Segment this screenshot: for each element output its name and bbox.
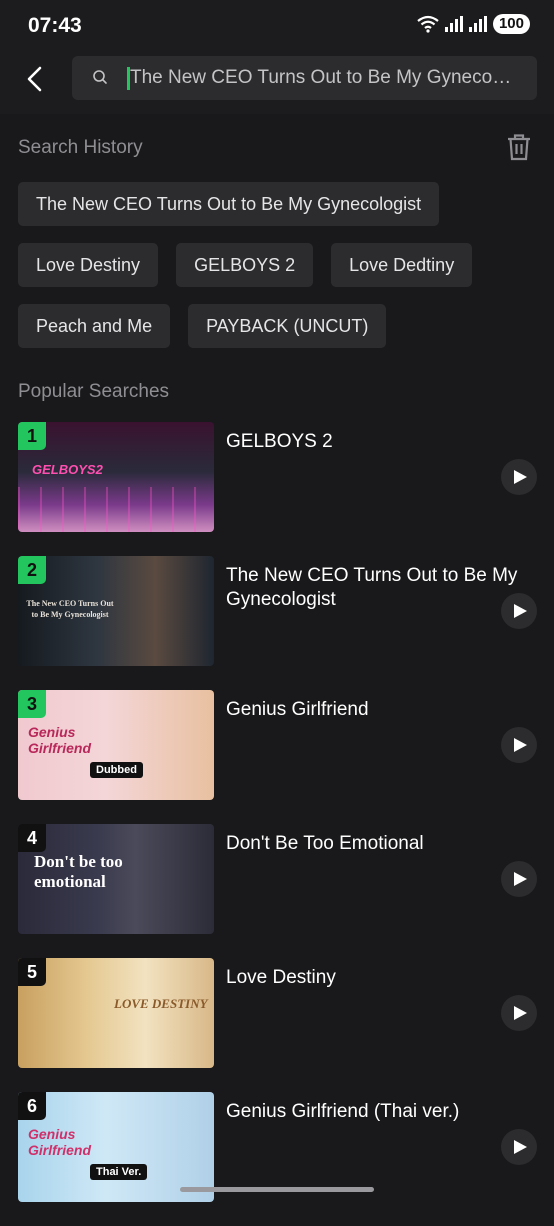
- poster-thumbnail[interactable]: Don't be too emotional 4: [18, 824, 214, 934]
- list-item[interactable]: Genius Girlfriend 3 Dubbed Genius Girlfr…: [18, 690, 538, 800]
- play-icon: [514, 1006, 527, 1020]
- dubbed-badge: Dubbed: [90, 762, 143, 778]
- status-bar: 07:43 100: [0, 0, 554, 52]
- signal-icon: [468, 16, 487, 32]
- play-button[interactable]: [501, 861, 537, 897]
- history-chip[interactable]: GELBOYS 2: [176, 243, 314, 287]
- poster-thumbnail[interactable]: Genius Girlfriend 3 Dubbed: [18, 690, 214, 800]
- popular-searches-title: Popular Searches: [18, 381, 170, 402]
- signal-icon: [444, 16, 463, 32]
- show-title[interactable]: Genius Girlfriend (Thai ver.): [226, 1100, 531, 1124]
- status-icons: 100: [417, 14, 530, 34]
- show-title[interactable]: The New CEO Turns Out to Be My Gynecolog…: [226, 564, 531, 612]
- chip-row: The New CEO Turns Out to Be My Gynecolog…: [18, 182, 538, 226]
- poster-thumbnail[interactable]: Genius Girlfriend 6 Thai Ver.: [18, 1092, 214, 1202]
- poster-thumbnail[interactable]: The New CEO Turns Out to Be My Gynecolog…: [18, 556, 214, 666]
- search-header: The New CEO Turns Out to Be My Gynecolog…: [0, 52, 554, 114]
- poster-caption: Genius Girlfriend: [28, 724, 92, 756]
- rank-badge: 5: [18, 958, 46, 986]
- play-button[interactable]: [501, 1129, 537, 1165]
- rank-badge: 4: [18, 824, 46, 852]
- chip-row: Peach and Me PAYBACK (UNCUT): [18, 304, 538, 348]
- poster-caption: The New CEO Turns Out to Be My Gynecolog…: [26, 599, 114, 619]
- trash-icon[interactable]: [506, 133, 532, 161]
- history-chip[interactable]: PAYBACK (UNCUT): [188, 304, 387, 348]
- show-title[interactable]: Love Destiny: [226, 966, 531, 990]
- thai-version-badge: Thai Ver.: [90, 1164, 148, 1180]
- play-icon: [514, 738, 527, 752]
- poster-thumbnail[interactable]: GELBOYS2 1: [18, 422, 214, 532]
- play-icon: [514, 1140, 527, 1154]
- play-button[interactable]: [501, 727, 537, 763]
- search-history-title: Search History: [18, 137, 143, 158]
- search-icon: [93, 70, 107, 84]
- search-input[interactable]: The New CEO Turns Out to Be My Gynecolog…: [72, 56, 537, 100]
- chip-row: Love Destiny GELBOYS 2 Love Dedtiny: [18, 243, 538, 287]
- popular-list: GELBOYS2 1 GELBOYS 2 The New CEO Turns O…: [18, 422, 538, 1226]
- rank-badge: 1: [18, 422, 46, 450]
- poster-caption: LOVE DESTINY: [114, 996, 208, 1011]
- search-input-value[interactable]: The New CEO Turns Out to Be My Gynecolog…: [130, 67, 515, 89]
- list-item[interactable]: LOVE DESTINY 5 Love Destiny: [18, 958, 538, 1068]
- play-icon: [514, 604, 527, 618]
- wifi-icon: [417, 15, 439, 33]
- history-chip[interactable]: Love Dedtiny: [331, 243, 473, 287]
- rank-badge: 3: [18, 690, 46, 718]
- poster-caption: Genius Girlfriend: [28, 1126, 92, 1158]
- home-indicator[interactable]: [180, 1187, 374, 1192]
- rank-badge: 6: [18, 1092, 46, 1120]
- list-item[interactable]: Don't be too emotional 4 Don't Be Too Em…: [18, 824, 538, 934]
- list-item[interactable]: GELBOYS2 1 GELBOYS 2: [18, 422, 538, 532]
- list-item[interactable]: The New CEO Turns Out to Be My Gynecolog…: [18, 556, 538, 666]
- play-button[interactable]: [501, 593, 537, 629]
- back-arrow-icon[interactable]: [20, 64, 50, 94]
- history-chip[interactable]: Peach and Me: [18, 304, 171, 348]
- show-title[interactable]: Don't Be Too Emotional: [226, 832, 531, 856]
- show-title[interactable]: GELBOYS 2: [226, 430, 531, 454]
- history-chip[interactable]: The New CEO Turns Out to Be My Gynecolog…: [18, 182, 440, 226]
- rank-badge: 2: [18, 556, 46, 584]
- poster-caption: GELBOYS2: [32, 462, 103, 477]
- battery-level: 100: [492, 14, 530, 34]
- play-icon: [514, 470, 527, 484]
- play-icon: [514, 872, 527, 886]
- show-title[interactable]: Genius Girlfriend: [226, 698, 531, 722]
- play-button[interactable]: [501, 995, 537, 1031]
- poster-thumbnail[interactable]: LOVE DESTINY 5: [18, 958, 214, 1068]
- play-button[interactable]: [501, 459, 537, 495]
- poster-caption: Don't be too emotional: [34, 852, 123, 891]
- history-chip[interactable]: Love Destiny: [18, 243, 159, 287]
- status-time: 07:43: [28, 14, 82, 37]
- list-item[interactable]: Genius Girlfriend 6 Thai Ver. Genius Gir…: [18, 1092, 538, 1202]
- search-history-chips: The New CEO Turns Out to Be My Gynecolog…: [18, 182, 538, 365]
